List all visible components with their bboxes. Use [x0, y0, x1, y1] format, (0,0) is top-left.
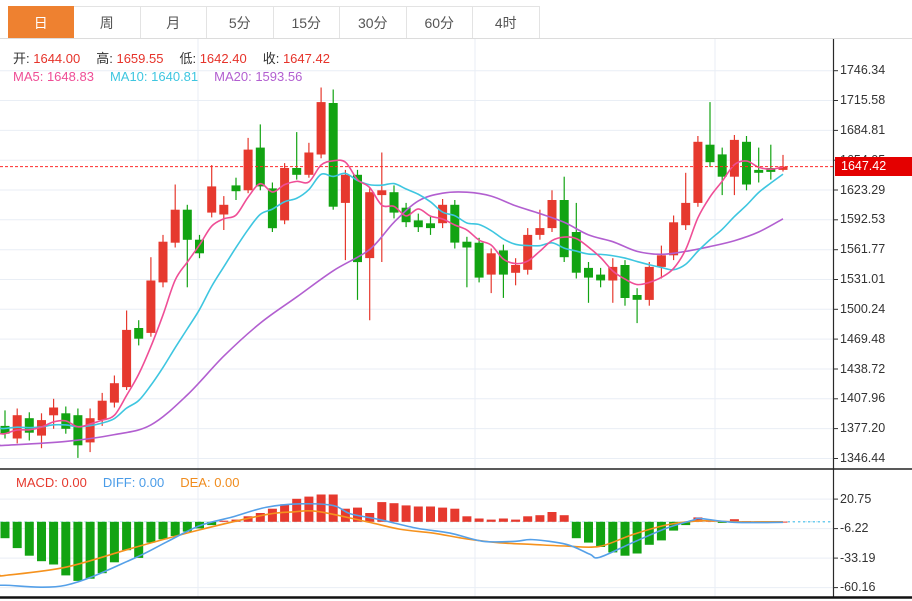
tab-interval-4[interactable]: 5分 [207, 6, 274, 38]
tab-interval-5[interactable]: 15分 [274, 6, 341, 38]
tab-interval-6[interactable]: 30分 [340, 6, 407, 38]
tabbar-underline [0, 38, 912, 39]
candlestick-chart-canvas[interactable] [0, 0, 912, 601]
last-price-badge: 1647.42 [835, 157, 912, 176]
tab-interval-8[interactable]: 4时 [473, 6, 540, 38]
tab-interval-7[interactable]: 60分 [407, 6, 474, 38]
last-price-value: 1647.42 [841, 159, 886, 173]
tab-interval-1[interactable]: 日 [8, 6, 75, 38]
ma20-line [0, 192, 783, 446]
tab-interval-2[interactable]: 周 [74, 6, 141, 38]
kline-chart-app: 日周月5分15分30分60分4时 开: 1644.00高: 1659.55低: … [0, 0, 912, 601]
tab-interval-3[interactable]: 月 [141, 6, 208, 38]
macd-panel-layer [0, 495, 833, 588]
